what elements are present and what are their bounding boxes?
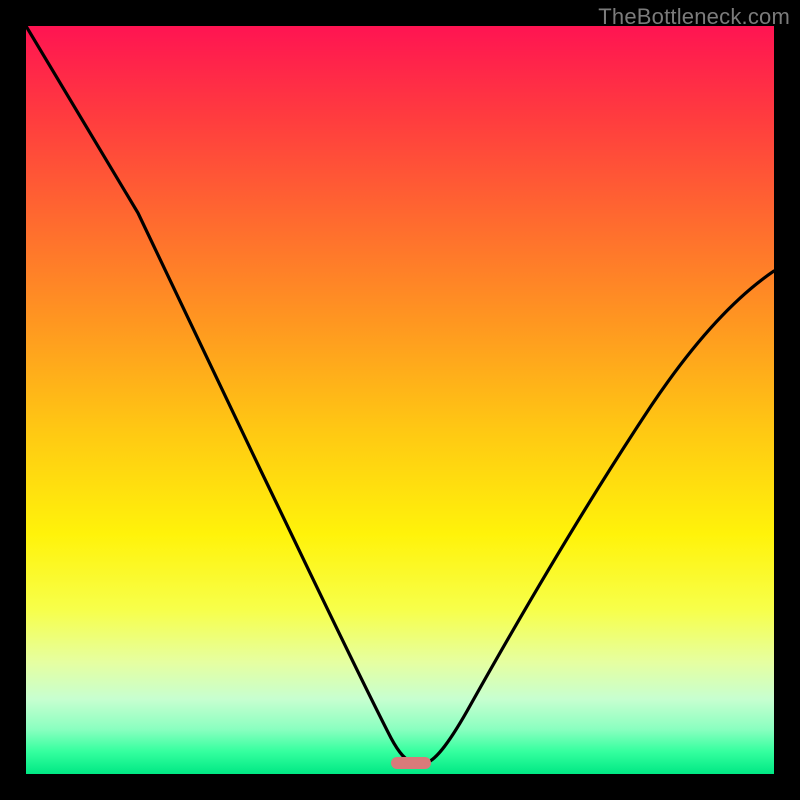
bottleneck-curve: [26, 26, 774, 774]
plot-area: [26, 26, 774, 774]
chart-frame: TheBottleneck.com: [0, 0, 800, 800]
watermark-text: TheBottleneck.com: [598, 4, 790, 30]
curve-path: [26, 26, 774, 763]
optimal-marker: [391, 757, 431, 769]
